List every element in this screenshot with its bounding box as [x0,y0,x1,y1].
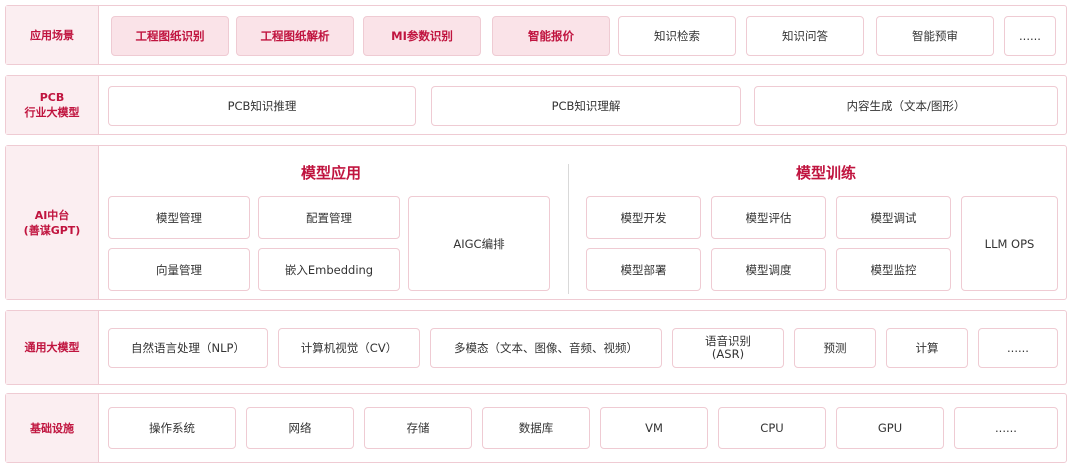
model-deployment: 模型部署 [586,248,701,291]
llm-ops: LLM OPS [961,196,1058,291]
embedding: 嵌入Embedding [258,248,400,291]
scenario-knowledge-qa: 知识问答 [746,16,864,56]
database: 数据库 [482,407,590,449]
row-pcb-industry-model: PCB 行业大模型 PCB知识推理 PCB知识理解 内容生成（文本/图形） [5,75,1067,135]
row-label-application-scenarios: 应用场景 [6,6,99,64]
general-model-more: ...... [978,328,1058,368]
row-infrastructure: 基础设施 操作系统 网络 存储 数据库 VM CPU GPU ...... [5,393,1067,463]
scenario-mi-params: MI参数识别 [363,16,481,56]
row-label-pcb-model: PCB 行业大模型 [6,76,99,134]
aigc-orchestration: AIGC编排 [408,196,550,291]
scenario-smart-quote: 智能报价 [492,16,610,56]
section-title-model-application: 模型应用 [300,164,361,182]
speech-recognition: 语音识别 (ASR) [672,328,784,368]
computation: 计算 [886,328,968,368]
nlp: 自然语言处理（NLP） [108,328,268,368]
gpu: GPU [836,407,944,449]
row-label-line1: PCB [39,91,65,104]
row-label-general-model: 通用大模型 [6,311,99,384]
network: 网络 [246,407,354,449]
scenario-smart-review: 智能预审 [876,16,994,56]
model-scheduling: 模型调度 [711,248,826,291]
pcb-knowledge-reasoning: PCB知识推理 [108,86,416,126]
model-debugging: 模型调试 [836,196,951,239]
row-application-scenarios: 应用场景 工程图纸识别 工程图纸解析 MI参数识别 智能报价 知识检索 知识问答… [5,5,1067,65]
storage: 存储 [364,407,472,449]
operating-system: 操作系统 [108,407,236,449]
pcb-knowledge-understanding: PCB知识理解 [431,86,741,126]
row-label-infrastructure: 基础设施 [6,394,99,462]
vm: VM [600,407,708,449]
section-divider [568,164,569,294]
scenario-more: ...... [1004,16,1056,56]
content-generation: 内容生成（文本/图形） [754,86,1058,126]
scenario-drawing-parsing: 工程图纸解析 [236,16,354,56]
row-label-line1: AI中台 [34,208,70,222]
row-label-text: 应用场景 [30,28,74,42]
model-monitoring: 模型监控 [836,248,951,291]
row-label-ai-platform: AI中台 (善谋GPT) [6,146,99,299]
vector-management: 向量管理 [108,248,250,291]
scenario-knowledge-search: 知识检索 [618,16,736,56]
multimodal: 多模态（文本、图像、音频、视频） [430,328,662,368]
row-label-text: 通用大模型 [24,341,80,354]
infrastructure-more: ...... [954,407,1058,449]
model-development: 模型开发 [586,196,701,239]
computer-vision: 计算机视觉（CV） [278,328,420,368]
row-label-text: 基础设施 [30,421,74,435]
cpu: CPU [718,407,826,449]
asr-line2: (ASR) [711,347,745,361]
config-management: 配置管理 [258,196,400,239]
model-evaluation: 模型评估 [711,196,826,239]
row-label-line2: 行业大模型 [24,106,80,119]
row-ai-platform: AI中台 (善谋GPT) 模型应用 模型管理 配置管理 向量管理 嵌入Embed… [5,145,1067,300]
model-management: 模型管理 [108,196,250,239]
row-general-model: 通用大模型 自然语言处理（NLP） 计算机视觉（CV） 多模态（文本、图像、音频… [5,310,1067,385]
scenario-drawing-recognition: 工程图纸识别 [111,16,229,56]
section-title-model-training: 模型训练 [795,164,856,182]
prediction: 预测 [794,328,876,368]
row-label-line2: (善谋GPT) [23,223,81,237]
